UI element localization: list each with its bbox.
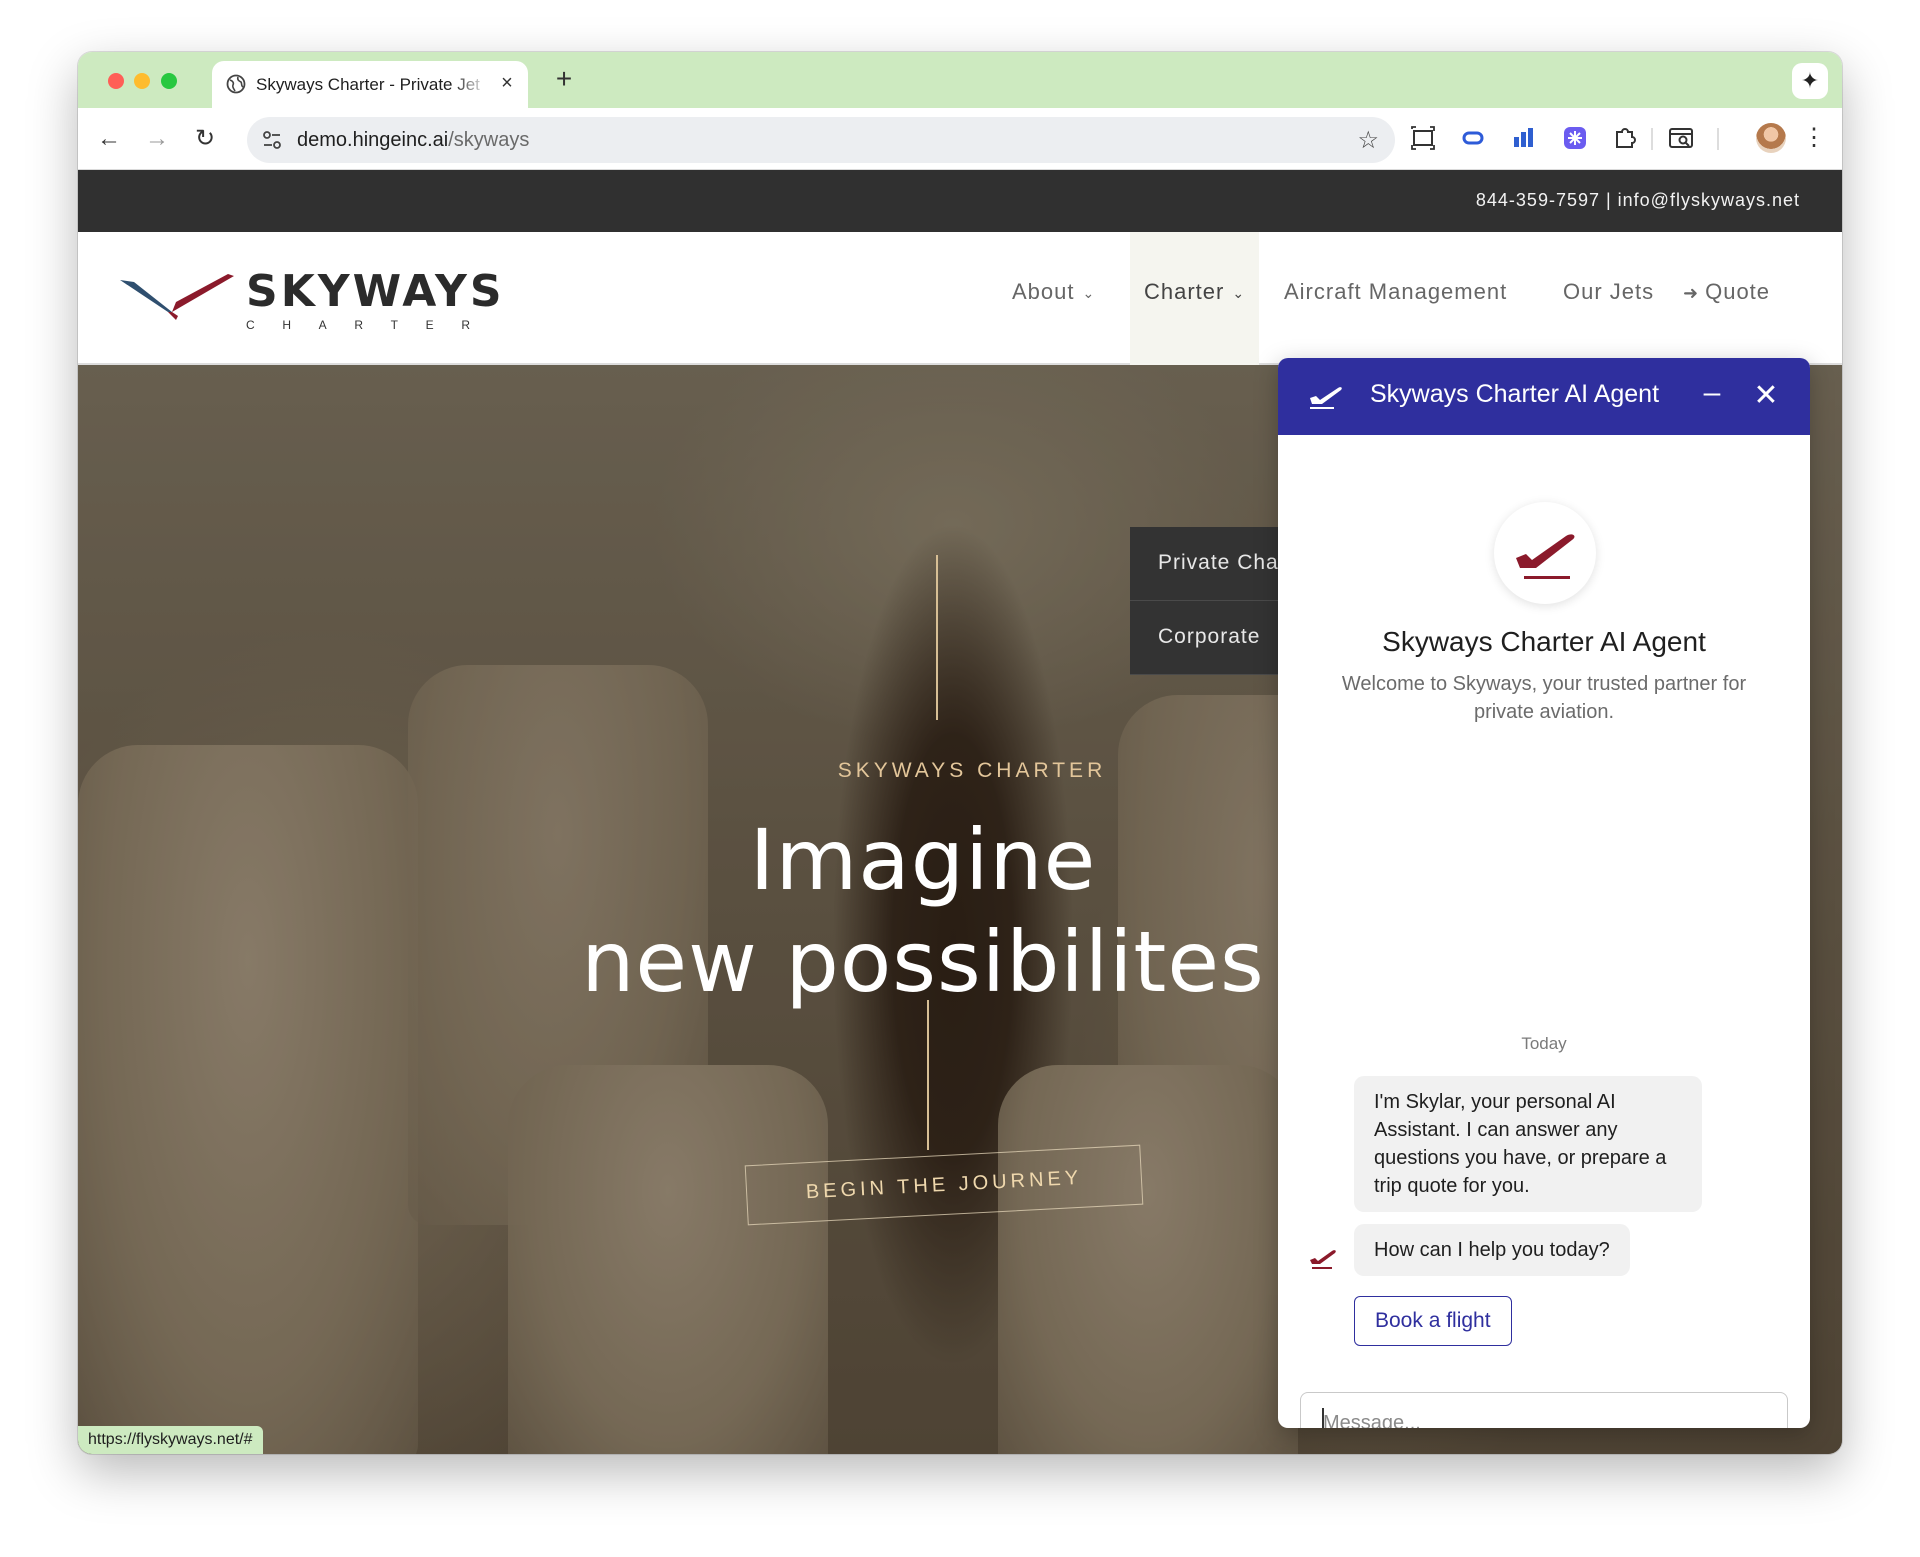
chat-welcome-text: Welcome to Skyways, your trusted partner… xyxy=(1341,673,1747,723)
logo-subtitle: C H A R T E R xyxy=(246,318,470,332)
chat-date-separator: Today xyxy=(1521,1034,1567,1053)
chat-widget: Skyways Charter AI Agent – ✕ Skyways Cha… xyxy=(1278,358,1810,1428)
tab-strip: Skyways Charter - Private Jet × + ✦ xyxy=(78,52,1842,108)
dropdown-item-corporate[interactable]: Corporate xyxy=(1130,601,1280,675)
logo-sub-letter: H xyxy=(282,318,291,332)
nav-about[interactable]: About ⌄ xyxy=(1012,232,1095,365)
nav-aircraft-management-label: Aircraft Management xyxy=(1284,279,1508,304)
nav-charter[interactable]: Charter ⌄ xyxy=(1130,232,1260,365)
tab-search-icon[interactable] xyxy=(1666,123,1696,153)
nav-our-jets-label: Our Jets xyxy=(1563,279,1655,304)
contact-info[interactable]: 844-359-7597 | info@flyskyways.net xyxy=(1476,190,1800,211)
plane-takeoff-icon xyxy=(1516,534,1575,579)
site-settings-icon[interactable] xyxy=(261,129,283,151)
forward-button[interactable]: → xyxy=(139,121,175,157)
bot-message: I'm Skylar, your personal AI Assistant. … xyxy=(1354,1076,1702,1212)
new-tab-button[interactable]: + xyxy=(548,64,580,96)
puzzle-extensions-icon[interactable] xyxy=(1610,123,1640,153)
book-flight-button[interactable]: Book a flight xyxy=(1354,1296,1512,1346)
maximize-window-button[interactable] xyxy=(161,73,177,89)
charter-dropdown-menu: Private Charter Corporate xyxy=(1130,527,1280,675)
bar-chart-extension-icon[interactable] xyxy=(1509,123,1539,153)
logo-sub-letter: A xyxy=(318,318,327,332)
skyways-logo-mark[interactable] xyxy=(120,272,234,322)
toolbar-divider xyxy=(1717,128,1719,150)
status-bar-url: https://flyskyways.net/# xyxy=(78,1426,263,1454)
ai-assistant-extension-icon[interactable] xyxy=(1560,123,1590,153)
close-window-button[interactable] xyxy=(108,73,124,89)
hero-headline-line-1: Imagine xyxy=(749,811,1097,909)
plane-takeoff-icon xyxy=(1310,387,1342,409)
tab-close-icon[interactable]: × xyxy=(496,72,518,94)
logo-sub-letter: E xyxy=(425,318,434,332)
url-text: demo.hingeinc.ai/skyways xyxy=(297,129,529,152)
close-icon[interactable]: ✕ xyxy=(1750,378,1782,414)
nav-quote-label: Quote xyxy=(1705,279,1771,304)
logo-wordmark[interactable]: SKYWAYS xyxy=(246,270,505,314)
agent-avatar xyxy=(1494,502,1596,604)
logo-sub-letter: R xyxy=(461,318,470,332)
message-input[interactable] xyxy=(1300,1392,1788,1428)
tab-title: Skyways Charter - Private Jet xyxy=(256,75,480,94)
logo-sub-letter: R xyxy=(354,318,363,332)
site-header: SKYWAYS C H A R T E R About ⌄ Charter ⌄ Ai… xyxy=(78,232,1842,365)
web-page: 844-359-7597 | info@flyskyways.net SKYWA… xyxy=(78,170,1842,1454)
bookmark-star-icon[interactable]: ☆ xyxy=(1357,126,1379,155)
bot-message: How can I help you today? xyxy=(1354,1224,1630,1276)
screenshot-extension-icon[interactable] xyxy=(1408,123,1438,153)
chat-header: Skyways Charter AI Agent – ✕ xyxy=(1278,358,1810,435)
logo-sub-letter: T xyxy=(390,318,398,332)
minimize-icon[interactable]: – xyxy=(1696,378,1728,414)
link-extension-icon[interactable] xyxy=(1458,123,1488,153)
nav-quote[interactable]: ➜ Quote xyxy=(1683,232,1770,365)
browser-tab[interactable]: Skyways Charter - Private Jet × xyxy=(212,61,528,108)
browser-window: Skyways Charter - Private Jet × + ✦ ← → … xyxy=(78,52,1842,1454)
contact-bar: 844-359-7597 | info@flyskyways.net xyxy=(78,170,1842,232)
bot-avatar-icon xyxy=(1310,1250,1336,1269)
nav-charter-label: Charter xyxy=(1144,279,1225,304)
logo-sub-letter: C xyxy=(246,318,255,332)
hero-headline: Imagine new possibilites xyxy=(548,809,1298,1013)
nav-aircraft-management[interactable]: Aircraft Management xyxy=(1284,232,1507,365)
dropdown-item-private-charter[interactable]: Private Charter xyxy=(1130,527,1280,601)
nav-about-label: About xyxy=(1012,279,1075,304)
decorative-line xyxy=(927,1000,929,1150)
minimize-window-button[interactable] xyxy=(134,73,150,89)
globe-icon xyxy=(226,74,246,94)
arrow-circle-icon: ➜ xyxy=(1683,283,1700,303)
chat-agent-title: Skyways Charter AI Agent xyxy=(1382,626,1706,657)
chat-header-title: Skyways Charter AI Agent xyxy=(1370,380,1660,408)
text-cursor xyxy=(1322,1408,1324,1428)
url-path: /skyways xyxy=(448,129,530,151)
gemini-icon[interactable]: ✦ xyxy=(1792,63,1828,99)
address-bar[interactable]: demo.hingeinc.ai/skyways ☆ xyxy=(247,117,1395,163)
back-button[interactable]: ← xyxy=(91,121,127,157)
hero-headline-line-2: new possibilites xyxy=(581,913,1265,1011)
chevron-down-icon: ⌄ xyxy=(1082,285,1096,302)
profile-avatar[interactable] xyxy=(1756,123,1786,153)
reload-button[interactable]: ↻ xyxy=(187,121,223,157)
chevron-down-icon: ⌄ xyxy=(1232,285,1246,302)
browser-toolbar: ← → ↻ demo.hingeinc.ai/skyways ☆ ⋮ xyxy=(78,108,1842,170)
url-host: demo.hingeinc.ai xyxy=(297,129,449,151)
menu-kebab-icon[interactable]: ⋮ xyxy=(1802,122,1826,154)
nav-our-jets[interactable]: Our Jets xyxy=(1563,232,1654,365)
toolbar-divider xyxy=(1651,128,1653,150)
decorative-line xyxy=(936,555,938,720)
